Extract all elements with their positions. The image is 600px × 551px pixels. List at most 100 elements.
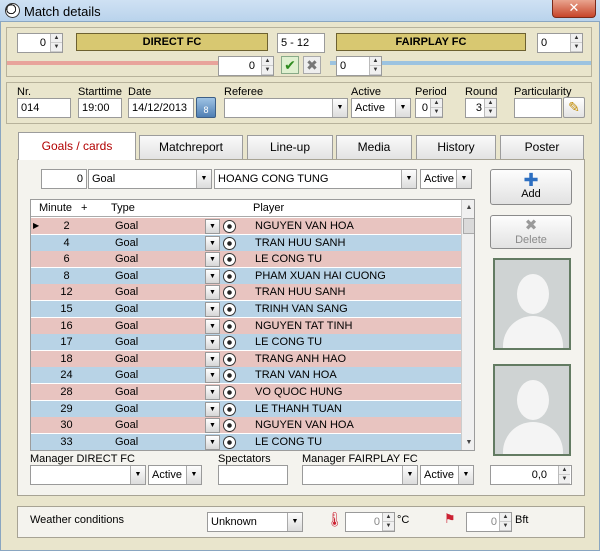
row-type-dropdown-icon[interactable]: ▼ — [205, 401, 220, 417]
row-type-dropdown-icon[interactable]: ▼ — [205, 318, 220, 334]
row-type-dropdown-icon[interactable]: ▼ — [205, 219, 220, 234]
event-type-select[interactable]: Goal — [88, 169, 212, 189]
edit-pencil-icon[interactable]: ✎ — [563, 97, 585, 118]
table-row[interactable]: 24 Goal ▼ TRAN VAN HOA — [31, 367, 461, 385]
event-player-dropdown-icon[interactable]: ▼ — [401, 170, 416, 188]
cancel-x-icon[interactable]: ✖ — [303, 56, 321, 74]
grid-scrollbar[interactable]: ▲ ▼ — [461, 200, 474, 450]
manager-away-select[interactable] — [302, 465, 418, 485]
row-type-dropdown-icon[interactable]: ▼ — [205, 252, 220, 268]
period-spin-arrows[interactable]: ▲ ▼ — [430, 99, 442, 117]
tab-poster[interactable]: Poster — [500, 135, 584, 159]
row-type[interactable]: Goal — [115, 270, 138, 282]
table-row[interactable]: 28 Goal ▼ VO QUOC HUNG — [31, 384, 461, 401]
nr-field[interactable] — [17, 98, 71, 118]
table-row[interactable]: 12 Goal ▼ TRAN HUU SANH — [31, 284, 461, 302]
round-spin-arrows[interactable]: ▲ ▼ — [484, 99, 496, 117]
row-type[interactable]: Goal — [115, 237, 138, 249]
date-field[interactable] — [128, 98, 194, 118]
tab-matchreport[interactable]: Matchreport — [139, 135, 243, 159]
manager-away-dropdown-icon[interactable]: ▼ — [402, 466, 417, 484]
row-player[interactable]: LE THANH TUAN — [255, 403, 342, 415]
match-result[interactable]: 5 - 12 — [277, 33, 325, 53]
scroll-up-icon[interactable]: ▲ — [462, 201, 474, 215]
confirm-check-icon[interactable]: ✔ — [281, 56, 299, 74]
event-player-select[interactable]: HOANG CONG TUNG — [214, 169, 417, 189]
row-type[interactable]: Goal — [115, 336, 138, 348]
row-type[interactable]: Goal — [115, 353, 138, 365]
table-row[interactable]: 16 Goal ▼ NGUYEN TAT TINH — [31, 317, 461, 335]
rating-spin-arrows[interactable]: ▲ ▼ — [558, 466, 570, 484]
row-type-dropdown-icon[interactable]: ▼ — [205, 268, 220, 284]
tab-media[interactable]: Media — [336, 135, 412, 159]
row-player[interactable]: LE CONG TU — [255, 436, 322, 448]
manager-away-status-dropdown-icon[interactable]: ▼ — [458, 466, 473, 484]
row-player[interactable]: LE CONG TU — [255, 336, 322, 348]
wind-spin-arrows[interactable]: ▲ ▼ — [499, 513, 511, 531]
row-type[interactable]: Goal — [115, 320, 138, 332]
row-type-dropdown-icon[interactable]: ▼ — [205, 235, 220, 251]
row-player[interactable]: NGUYEN VAN HOA — [255, 419, 354, 431]
starttime-field[interactable] — [78, 98, 122, 118]
row-type-dropdown-icon[interactable]: ▼ — [205, 434, 220, 450]
event-status-dropdown-icon[interactable]: ▼ — [456, 170, 471, 188]
row-player[interactable]: TRAN HUU SANH — [255, 237, 345, 249]
row-type-dropdown-icon[interactable]: ▼ — [205, 335, 220, 351]
col-player[interactable]: Player — [253, 202, 284, 214]
row-player[interactable]: TRINH VAN SANG — [255, 303, 348, 315]
row-player[interactable]: TRAN HUU SANH — [255, 286, 345, 298]
table-row[interactable]: 30 Goal ▼ NGUYEN VAN HOA — [31, 417, 461, 435]
row-type[interactable]: Goal — [115, 419, 138, 431]
delete-button[interactable]: ✖ Delete — [490, 215, 572, 249]
row-type-dropdown-icon[interactable]: ▼ — [205, 418, 220, 434]
row-type-dropdown-icon[interactable]: ▼ — [205, 368, 220, 384]
row-type[interactable]: Goal — [115, 220, 138, 232]
event-number-field[interactable] — [41, 169, 87, 189]
row-type-dropdown-icon[interactable]: ▼ — [205, 351, 220, 367]
row-player[interactable]: TRANG ANH HAO — [255, 353, 346, 365]
events-grid[interactable]: Minute + Type Player ▶ 2 Goal ▼ NGUYEN VAN H… — [30, 199, 475, 451]
manager-home-status-dropdown-icon[interactable]: ▼ — [186, 466, 201, 484]
row-type[interactable]: Goal — [115, 286, 138, 298]
row-type-dropdown-icon[interactable]: ▼ — [205, 302, 220, 317]
row-type[interactable]: Goal — [115, 303, 138, 315]
home-score-spin-arrows[interactable]: ▲ ▼ — [50, 34, 62, 52]
away-sub-score-arrows[interactable]: ▲ ▼ — [369, 57, 381, 75]
table-row[interactable]: 18 Goal ▼ TRANG ANH HAO — [31, 350, 461, 368]
table-row[interactable]: 29 Goal ▼ LE THANH TUAN — [31, 400, 461, 418]
tab-line-up[interactable]: Line-up — [247, 135, 333, 159]
particularity-field[interactable] — [514, 98, 562, 118]
referee-select[interactable] — [224, 98, 348, 118]
temperature-spin-arrows[interactable]: ▲ ▼ — [382, 513, 394, 531]
table-row[interactable]: 17 Goal ▼ LE CONG TU — [31, 334, 461, 352]
referee-dropdown-icon[interactable]: ▼ — [332, 99, 347, 117]
row-type-dropdown-icon[interactable]: ▼ — [205, 385, 220, 400]
manager-home-select[interactable] — [30, 465, 146, 485]
row-player[interactable]: LE CONG TU — [255, 253, 322, 265]
col-plus[interactable]: + — [81, 202, 87, 214]
table-row[interactable]: 4 Goal ▼ TRAN HUU SANH — [31, 234, 461, 252]
col-type[interactable]: Type — [111, 202, 135, 214]
active-dropdown-icon[interactable]: ▼ — [395, 99, 410, 117]
scroll-down-icon[interactable]: ▼ — [462, 436, 474, 450]
row-type-dropdown-icon[interactable]: ▼ — [205, 285, 220, 301]
close-button[interactable]: ✕ — [552, 0, 596, 18]
table-row[interactable]: 15 Goal ▼ TRINH VAN SANG — [31, 301, 461, 318]
add-button[interactable]: ✚ Add — [490, 169, 572, 205]
row-type[interactable]: Goal — [115, 403, 138, 415]
tab-goals-cards[interactable]: Goals / cards — [18, 132, 136, 160]
row-player[interactable]: TRAN VAN HOA — [255, 369, 337, 381]
row-player[interactable]: NGUYEN VAN HOA — [255, 220, 354, 232]
away-score-spin-arrows[interactable]: ▲ ▼ — [570, 34, 582, 52]
tab-history[interactable]: History — [416, 135, 496, 159]
row-player[interactable]: NGUYEN TAT TINH — [255, 320, 352, 332]
row-player[interactable]: PHAM XUAN HAI CUONG — [255, 270, 386, 282]
col-minute[interactable]: Minute — [39, 202, 72, 214]
scroll-thumb[interactable] — [463, 218, 474, 234]
table-row[interactable]: 6 Goal ▼ LE CONG TU — [31, 251, 461, 269]
table-row[interactable]: 8 Goal ▼ PHAM XUAN HAI CUONG — [31, 267, 461, 285]
table-row[interactable]: ▶ 2 Goal ▼ NGUYEN VAN HOA — [31, 218, 461, 235]
row-type[interactable]: Goal — [115, 436, 138, 448]
weather-condition-dropdown-icon[interactable]: ▼ — [287, 513, 302, 531]
row-type[interactable]: Goal — [115, 386, 138, 398]
